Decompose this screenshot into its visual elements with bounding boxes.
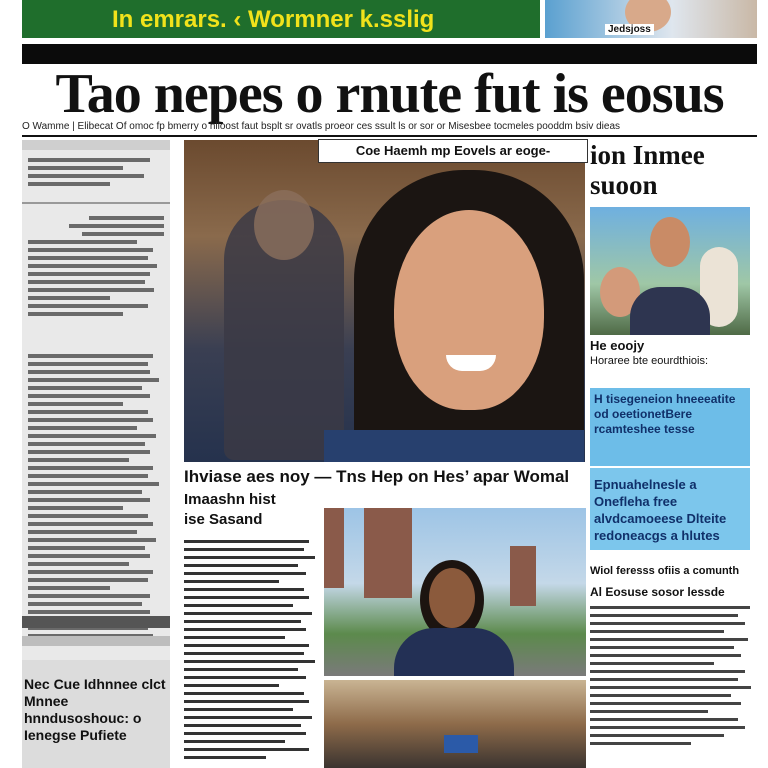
right-column-title: ion Inmee suoon — [590, 140, 705, 200]
center-body-lines — [184, 540, 320, 759]
right-lower-text — [590, 606, 758, 745]
left-column-header-bar — [22, 140, 170, 150]
banner-photo-caption: Jedsjoss — [605, 24, 654, 35]
second-photo-building-1 — [324, 508, 344, 588]
left-column-text-block-3 — [28, 354, 164, 642]
right-blue-box-1: H tisegeneion hneeeatite od oeetionetBer… — [590, 388, 750, 466]
main-photo-background-head — [254, 190, 314, 260]
center-headline: Ihviase aes noy — Tns Hep on Hes’ apar W… — [184, 467, 570, 486]
center-subhead: Imaashn hist ise Sasand — [184, 491, 276, 528]
right-story-sub: Horaree bte eourdthiois: — [590, 355, 709, 367]
right-lower-sub: Al Eosuse sosor lessde — [590, 585, 725, 599]
second-photo-building-3 — [510, 546, 536, 606]
main-photo-shirt — [324, 430, 584, 462]
right-photo-person-2 — [650, 217, 690, 267]
left-column-text-block-2 — [28, 216, 164, 320]
main-photo-caption: Coe Haemh mp Eovels ar eoge- — [318, 139, 588, 163]
right-column-photo — [590, 207, 750, 335]
second-photo-building-2 — [364, 508, 412, 598]
second-photo-body — [394, 628, 514, 676]
right-story-heading: He eoojy — [590, 338, 645, 353]
main-photo-face — [394, 210, 544, 410]
headline-dek: O Wamme | Elibecat Of omoc fp bmerry o h… — [22, 121, 621, 132]
second-photo — [324, 508, 586, 676]
left-column-footer-title: Nec Cue Idhnnee clct Mnnee hnndusoshouc:… — [24, 676, 166, 743]
left-column-text-block-1 — [28, 158, 164, 190]
left-column-band — [22, 616, 170, 628]
headline-rule — [22, 135, 757, 137]
banner-photo: Jedsjoss — [545, 0, 757, 38]
left-column: Nec Cue Idhnnee clct Mnnee hnndusoshouc:… — [22, 140, 170, 768]
right-photo-person-4 — [630, 287, 710, 335]
right-blue-box-2: Epnuahelnesle a Onefleha free alvdcamoee… — [590, 468, 750, 550]
top-banner: In emrars. ‹ Wormner k.sslig — [22, 0, 540, 38]
right-column-story: He eoojy Horaree bte eourdthiois: — [590, 338, 758, 386]
right-lower-heading: Wiol feresss ofiis a comunth — [590, 565, 740, 577]
left-column-footer: Nec Cue Idhnnee clct Mnnee hnndusoshouc:… — [22, 660, 170, 768]
third-photo — [324, 680, 586, 768]
third-photo-sign — [444, 735, 478, 753]
left-column-divider — [22, 202, 170, 204]
center-body-text — [184, 540, 320, 768]
banner-title: In emrars. ‹ Wormner k.sslig — [112, 6, 435, 33]
main-photo — [184, 140, 585, 462]
masthead-rule — [22, 44, 757, 64]
second-photo-face — [429, 568, 475, 628]
left-column-band-2 — [22, 636, 170, 646]
right-column-lower: Wiol feresss ofiis a comunth Al Eosuse s… — [590, 565, 758, 765]
page-headline: Tao nepes o rnute fut is eosus — [55, 63, 724, 125]
